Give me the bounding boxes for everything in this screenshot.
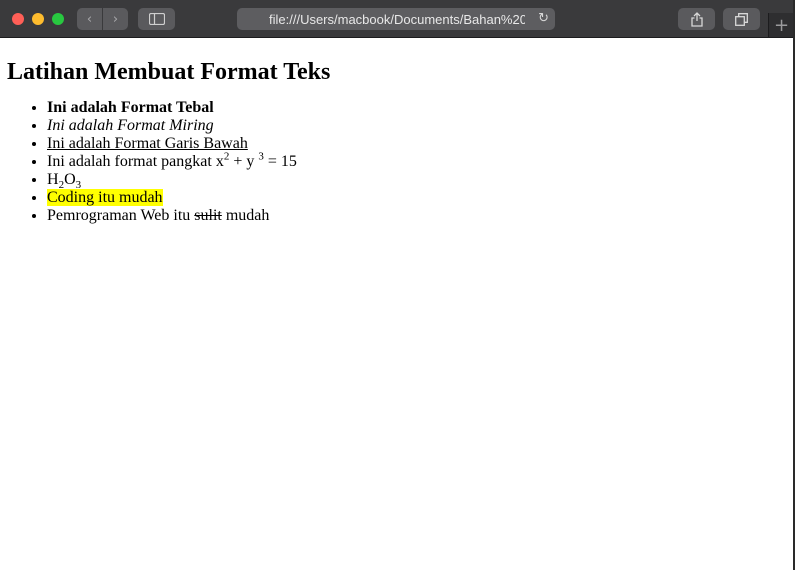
- share-icon: [690, 11, 703, 27]
- chevron-left-icon: ‹: [86, 11, 93, 27]
- strikethrough-text: sulit: [194, 207, 222, 224]
- formula-o: O: [64, 171, 76, 188]
- list-item-strike: Pemrograman Web itu sulit mudah: [47, 207, 793, 225]
- sidebar-toggle-button[interactable]: [138, 8, 175, 30]
- url-text: file:///Users/macbook/Documents/Bahan%20: [269, 11, 525, 27]
- list-item-underline: Ini adalah Format Garis Bawah: [47, 135, 793, 153]
- page-content: Latihan Membuat Format Teks Ini adalah F…: [7, 37, 793, 570]
- maximize-window-button[interactable]: [52, 13, 64, 25]
- tabs-icon: [735, 12, 748, 26]
- strike-suffix: mudah: [221, 207, 270, 224]
- list-item-bold: Ini adalah Format Tebal: [47, 99, 793, 117]
- underline-text: Ini adalah Format Garis Bawah: [47, 135, 248, 152]
- highlighted-text: Coding itu mudah: [47, 189, 163, 206]
- back-button[interactable]: ‹: [77, 8, 102, 30]
- power-mid: + y: [229, 153, 259, 170]
- reload-icon[interactable]: ↻: [538, 11, 549, 26]
- page-title: Latihan Membuat Format Teks: [7, 59, 331, 85]
- tab-overview-button[interactable]: [723, 8, 760, 30]
- share-button[interactable]: [678, 8, 715, 30]
- list-item-italic: Ini adalah Format Miring: [47, 117, 793, 135]
- new-tab-button[interactable]: +: [768, 13, 794, 37]
- power-suffix: = 15: [263, 153, 297, 170]
- bold-text: Ini adalah Format Tebal: [47, 99, 214, 116]
- minimize-window-button[interactable]: [32, 13, 44, 25]
- list-item-power: Ini adalah format pangkat x2 + y 3 = 15: [47, 151, 793, 171]
- plus-icon: +: [773, 14, 790, 36]
- list-item-formula: H2O3: [47, 171, 793, 191]
- list-item-highlight: Coding itu mudah: [47, 189, 793, 207]
- browser-toolbar: ‹ › file:///Users/macbook/Documents/Baha…: [0, 0, 794, 38]
- chevron-right-icon: ›: [112, 11, 119, 27]
- close-window-button[interactable]: [12, 13, 24, 25]
- power-prefix: Ini adalah format pangkat x: [47, 153, 224, 170]
- forward-button[interactable]: ›: [103, 8, 128, 30]
- sidebar-icon: [148, 13, 165, 25]
- formula-h: H: [47, 171, 59, 188]
- format-list: Ini adalah Format Tebal Ini adalah Forma…: [7, 99, 793, 225]
- italic-text: Ini adalah Format Miring: [47, 117, 214, 134]
- address-bar[interactable]: file:///Users/macbook/Documents/Bahan%20…: [237, 8, 555, 30]
- strike-prefix: Pemrograman Web itu: [47, 207, 195, 224]
